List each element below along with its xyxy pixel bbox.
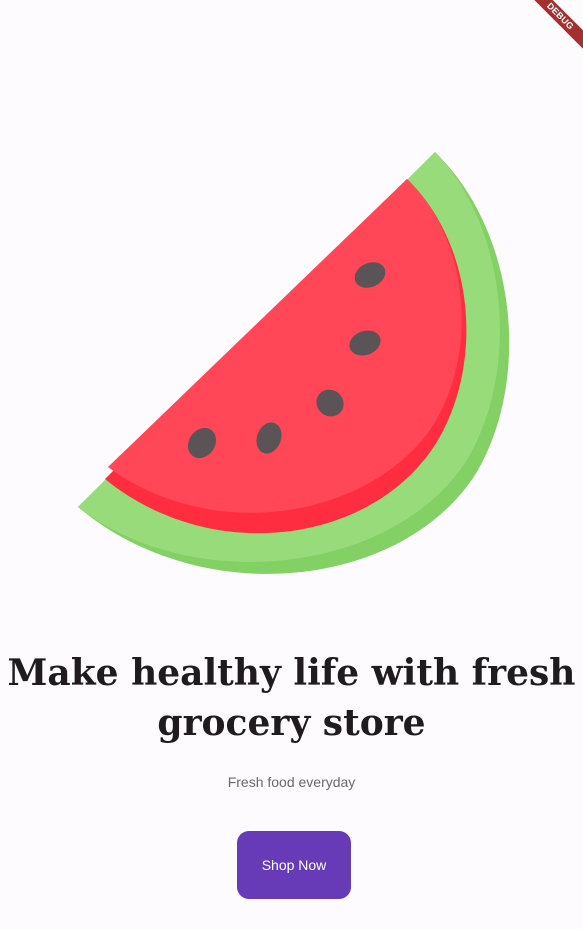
shop-now-button[interactable]: Shop Now (237, 831, 351, 899)
watermelon-icon (78, 152, 510, 574)
onboarding-screen: DEBUG Make healthy life with fresh groce… (0, 0, 583, 929)
debug-label: DEBUG (523, 0, 583, 53)
subtitle: Fresh food everyday (227, 774, 356, 790)
debug-banner: DEBUG (523, 0, 583, 60)
headline: Make healthy life with fresh grocery sto… (7, 652, 576, 744)
